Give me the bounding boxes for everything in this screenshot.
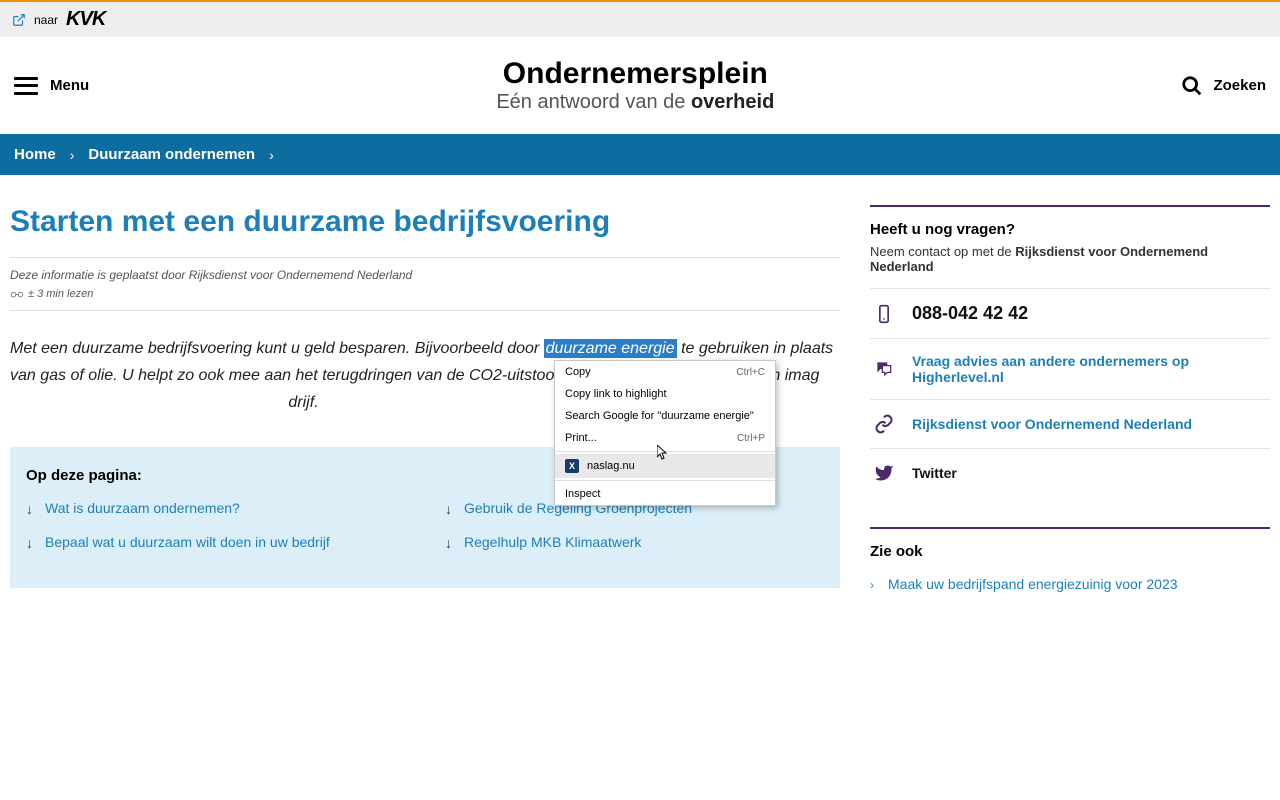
top-bar: naar KVK <box>0 0 1280 37</box>
meta-source: Deze informatie is geplaatst door Rijksd… <box>10 268 840 282</box>
contact-rvo[interactable]: Rijksdienst voor Ondernemend Nederland <box>870 399 1270 448</box>
cm-separator <box>555 480 775 481</box>
cm-inspect[interactable]: Inspect <box>555 483 775 505</box>
topbar-naar: naar <box>34 13 58 27</box>
cm-shortcut: Ctrl+P <box>737 433 765 444</box>
menu-label: Menu <box>50 77 89 94</box>
cm-search-google[interactable]: Search Google for "duurzame energie" <box>555 405 775 427</box>
read-time-text: ± 3 min lezen <box>28 288 93 300</box>
seealso-title: Zie ook <box>870 529 1270 566</box>
toc-columns: ↓ Wat is duurzaam ondernemen? ↓ Bepaal wat… <box>26 500 824 568</box>
search-button[interactable]: Zoeken <box>1181 75 1266 97</box>
read-time: ± 3 min lezen <box>10 288 840 300</box>
chevron-right-icon: › <box>269 147 274 163</box>
sidebar-seealso: Zie ook › Maak uw bedrijfspand energiezu… <box>870 527 1270 602</box>
contact-pre: Neem contact op met de <box>870 244 1015 259</box>
toc-link-label: Wat is duurzaam ondernemen? <box>45 500 240 516</box>
toc-col-2: ↓Gebruik de Regeling Groenprojecten ↓Reg… <box>445 500 824 568</box>
brand-title: Ondernemersplein <box>496 57 774 91</box>
sidebar-questions: Heeft u nog vragen? Neem contact op met … <box>870 205 1270 497</box>
advice-text: Vraag advies aan andere ondernemers op H… <box>912 353 1266 385</box>
contact-phone[interactable]: 088-042 42 42 <box>870 288 1270 338</box>
cm-copy-link[interactable]: Copy link to highlight <box>555 383 775 405</box>
breadcrumb: Home › Duurzaam ondernemen › <box>0 134 1280 175</box>
twitter-icon <box>874 463 894 483</box>
breadcrumb-home[interactable]: Home <box>14 146 56 163</box>
phone-number: 088-042 42 42 <box>912 303 1028 324</box>
toc-link-label: Regelhulp MKB Klimaatwerk <box>464 534 641 550</box>
questions-subtitle: Neem contact op met de Rijksdienst voor … <box>870 244 1270 274</box>
arrow-down-icon: ↓ <box>26 502 33 516</box>
breadcrumb-section[interactable]: Duurzaam ondernemen <box>88 146 255 163</box>
brand[interactable]: Ondernemersplein Eén antwoord van de ove… <box>496 57 774 114</box>
chevron-right-icon: › <box>70 147 75 163</box>
contact-twitter[interactable]: Twitter <box>870 448 1270 497</box>
brand-sub-pre: Eén antwoord van de <box>496 91 691 113</box>
link-icon <box>874 414 894 434</box>
kvk-logo[interactable]: KVK <box>66 8 105 31</box>
cm-label: Copy link to highlight <box>565 388 667 400</box>
toc-link-label: Bepaal wat u duurzaam wilt doen in uw be… <box>45 534 330 550</box>
brand-subtitle: Eén antwoord van de overheid <box>496 91 774 114</box>
cursor-icon <box>657 445 669 461</box>
chat-icon <box>874 359 894 379</box>
cm-copy[interactable]: Copy Ctrl+C <box>555 361 775 383</box>
arrow-down-icon: ↓ <box>445 536 452 550</box>
phone-icon <box>874 304 894 324</box>
intro-end: drijf. <box>288 394 318 411</box>
cm-label: naslag.nu <box>587 460 635 472</box>
sidebar: Heeft u nog vragen? Neem contact op met … <box>870 205 1270 632</box>
menu-button[interactable]: Menu <box>14 77 89 95</box>
chevron-right-icon: › <box>870 578 874 592</box>
intro-pre: Met een duurzame bedrijfsvoering kunt u … <box>10 340 544 357</box>
arrow-down-icon: ↓ <box>445 502 452 516</box>
twitter-text: Twitter <box>912 465 957 481</box>
toc-link[interactable]: ↓ Regelhulp MKB Klimaatwerk <box>445 534 824 550</box>
toc-col-1: ↓ Wat is duurzaam ondernemen? ↓ Bepaal wat… <box>26 500 405 568</box>
toc-link[interactable]: ↓ Wat is duurzaam ondernemen? <box>26 500 405 516</box>
brand-sub-strong: overheid <box>691 91 774 113</box>
cm-shortcut: Ctrl+C <box>736 367 765 378</box>
extension-icon: X <box>565 459 579 473</box>
questions-title: Heeft u nog vragen? <box>870 207 1270 244</box>
search-label: Zoeken <box>1213 77 1266 94</box>
seealso-link[interactable]: › Maak uw bedrijfspand energiezuinig voo… <box>870 566 1270 602</box>
seealso-text: Maak uw bedrijfspand energiezuinig voor … <box>888 576 1178 592</box>
page-title: Starten met een duurzame bedrijfsvoering <box>10 205 840 239</box>
cm-label: Inspect <box>565 488 600 500</box>
divider <box>10 257 840 258</box>
toc-link[interactable]: ↓ Bepaal wat u duurzaam wilt doen in uw b… <box>26 534 405 550</box>
search-icon <box>1181 75 1203 97</box>
cm-label: Copy <box>565 366 591 378</box>
selected-text: duurzame energie <box>544 339 677 358</box>
hamburger-icon <box>14 77 38 95</box>
contact-advice[interactable]: Vraag advies aan andere ondernemers op H… <box>870 338 1270 399</box>
rvo-text: Rijksdienst voor Ondernemend Nederland <box>912 416 1192 432</box>
divider <box>10 310 840 311</box>
header: Menu Ondernemersplein Eén antwoord van d… <box>0 37 1280 134</box>
cm-label: Search Google for "duurzame energie" <box>565 410 754 422</box>
arrow-down-icon: ↓ <box>26 536 33 550</box>
cm-label: Print... <box>565 432 597 444</box>
external-link-icon <box>12 13 26 27</box>
glasses-icon <box>10 289 24 299</box>
context-menu: Copy Ctrl+C Copy link to highlight Search… <box>554 360 776 506</box>
